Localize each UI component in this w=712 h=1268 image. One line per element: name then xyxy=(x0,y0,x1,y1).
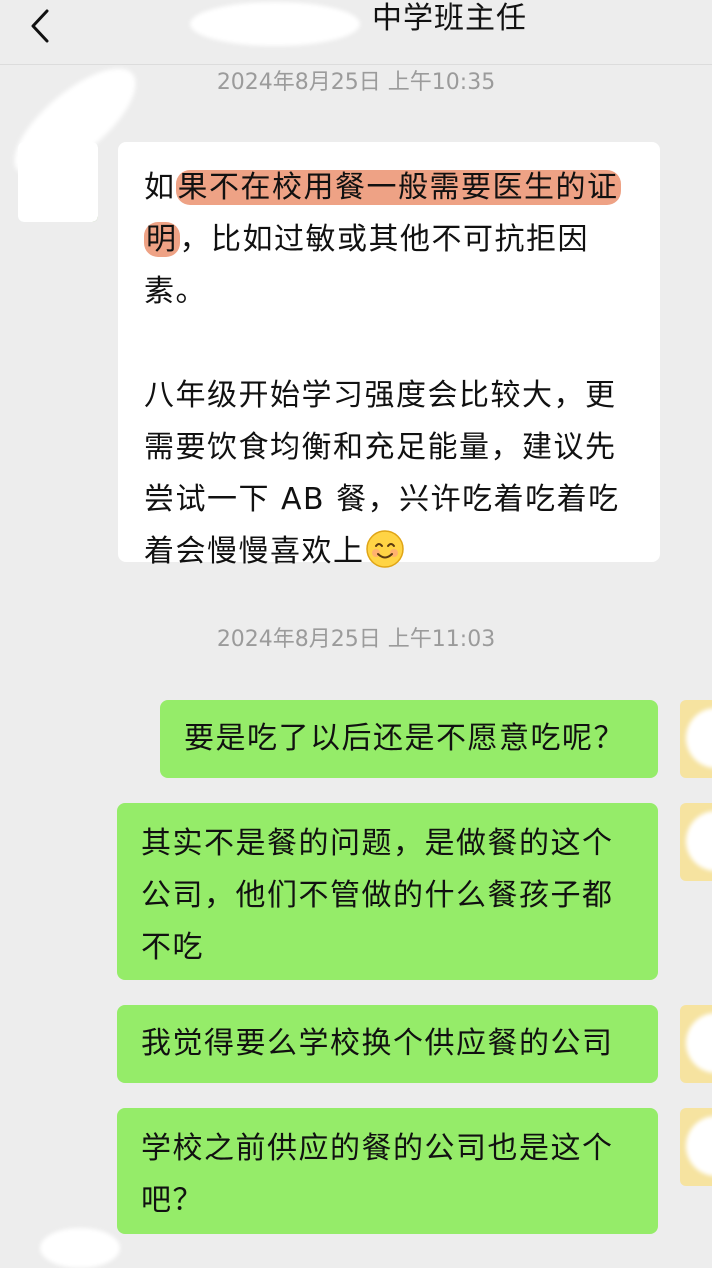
message-text: 如 xyxy=(144,170,176,205)
highlighted-text: 果不在校用餐一般需要医生的证 xyxy=(177,170,619,205)
highlighted-text: 明 xyxy=(146,222,178,257)
message-timestamp: 2024年8月25日 上午11:03 xyxy=(216,627,496,652)
user-avatar[interactable] xyxy=(680,700,712,778)
chat-header: 中学班主任 xyxy=(0,0,712,65)
redaction-mark xyxy=(686,1116,712,1176)
paragraph-spacer xyxy=(144,318,640,370)
message-text: ，比如过敏或其他不可抗拒因素。 xyxy=(144,222,589,309)
highlight-mark: 果不在校用餐一般需要医生的证 xyxy=(175,170,621,205)
highlight-mark: 明 xyxy=(144,222,180,257)
back-chevron-icon[interactable] xyxy=(20,6,60,46)
message-text: 我觉得要么学校换个供应餐的公司 xyxy=(141,1026,614,1061)
redaction-mark xyxy=(686,811,712,871)
user-avatar[interactable] xyxy=(680,1005,712,1083)
chat-title: 中学班主任 xyxy=(372,1,527,36)
incoming-message-paragraph-1: 如果不在校用餐一般需要医生的证明，比如过敏或其他不可抗拒因素。 xyxy=(144,162,640,318)
incoming-message-bubble[interactable]: 如果不在校用餐一般需要医生的证 明，比如过敏或其他不可抗拒因素。 八年级开始学习强… xyxy=(118,142,660,569)
incoming-message-paragraph-2: 八年级开始学习强度会比较大，更需要饮食均衡和充足能量，建议先尝试一下 AB 餐，… xyxy=(144,370,640,578)
redaction-mark xyxy=(686,708,712,768)
outgoing-message-bubble[interactable]: 我觉得要么学校换个供应餐的公司 xyxy=(117,1005,658,1083)
message-text: 要是吃了以后还是不愿意吃呢？ xyxy=(184,721,625,756)
outgoing-message-bubble[interactable]: 学校之前供应的餐的公司也是这个吧？ xyxy=(117,1108,658,1234)
outgoing-message-bubble[interactable]: 要是吃了以后还是不愿意吃呢？ xyxy=(160,700,658,778)
redaction-mark xyxy=(190,2,360,46)
message-text: 学校之前供应的餐的公司也是这个吧？ xyxy=(141,1131,614,1218)
user-avatar[interactable] xyxy=(680,1108,712,1186)
user-avatar[interactable] xyxy=(680,803,712,881)
redaction-mark xyxy=(686,1013,712,1073)
smiling-face-emoji-icon xyxy=(365,529,405,569)
message-text: 其实不是餐的问题，是做餐的这个公司，他们不管做的什么餐孩子都不吃 xyxy=(141,826,614,965)
redaction-mark xyxy=(40,1228,120,1268)
outgoing-message-bubble[interactable]: 其实不是餐的问题，是做餐的这个公司，他们不管做的什么餐孩子都不吃 xyxy=(117,803,658,980)
